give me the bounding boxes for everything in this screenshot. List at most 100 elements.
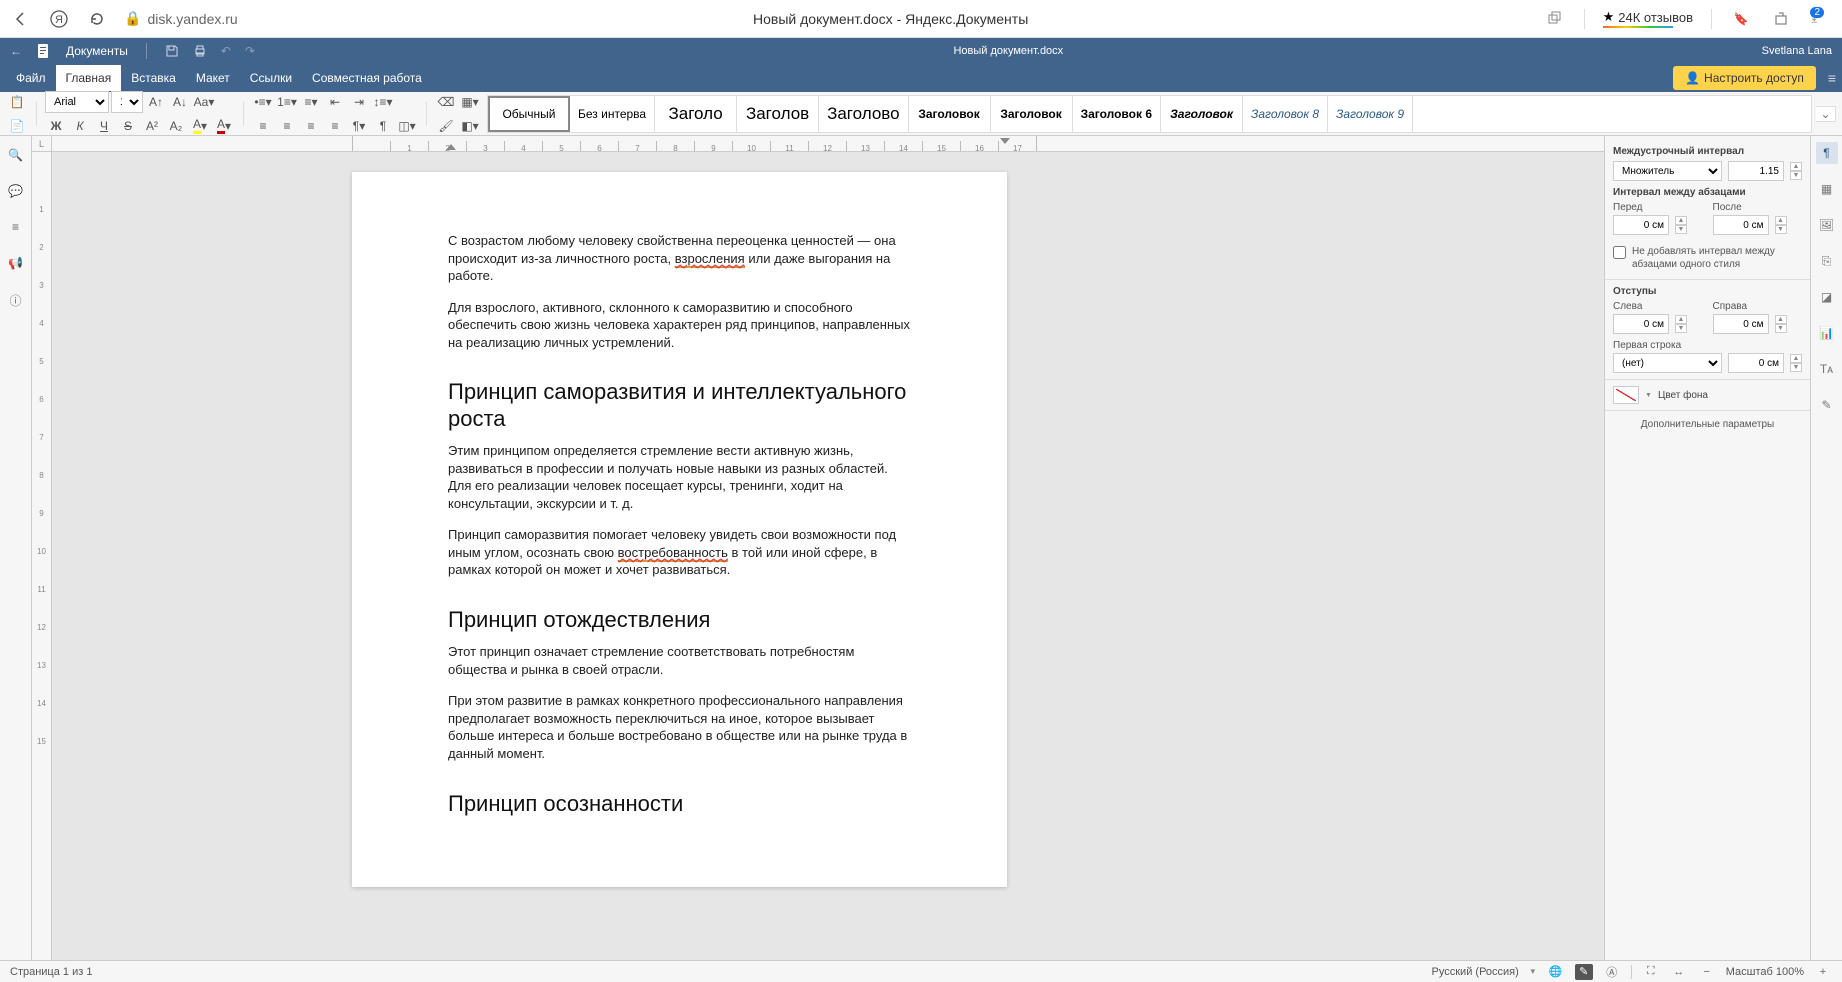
undo-icon[interactable]: ↶ (221, 44, 231, 58)
style-gallery-expand[interactable]: ⌄ (1816, 106, 1836, 122)
paragraph[interactable]: Для взрослого, активного, склонного к са… (448, 299, 911, 352)
subscript-button[interactable]: A₂ (165, 115, 187, 137)
strikethrough-button[interactable]: S (117, 115, 139, 137)
first-line-type-select[interactable]: (нет) (1613, 353, 1722, 373)
number-list-button[interactable]: 1≡▾ (276, 91, 298, 113)
line-spacing-value-input[interactable] (1728, 161, 1784, 181)
browser-back[interactable] (10, 8, 32, 30)
style-heading3[interactable]: Заголово (819, 96, 909, 132)
url-bar[interactable]: 🔒 disk.yandex.ru (124, 10, 238, 27)
style-heading7[interactable]: Заголовок (1161, 96, 1243, 132)
spelling-error[interactable]: востребованность (618, 545, 728, 562)
indent-marker-right[interactable] (1000, 138, 1010, 144)
spacing-before-input[interactable] (1613, 215, 1669, 235)
bullet-list-button[interactable]: •≡▾ (252, 91, 274, 113)
heading[interactable]: Принцип осознанности (448, 791, 911, 817)
copy-button[interactable]: 📋 (6, 91, 28, 113)
format-painter-button[interactable]: 🖌 (435, 115, 457, 137)
spacing-after-spinner[interactable]: ▲▼ (1775, 216, 1787, 234)
first-line-spinner[interactable]: ▲▼ (1790, 354, 1802, 372)
align-left-button[interactable]: ≡ (252, 115, 274, 137)
nonprinting-button[interactable]: ¶ (372, 115, 394, 137)
style-heading4[interactable]: Заголовок (909, 96, 991, 132)
line-spacing-type-select[interactable]: Множитель (1613, 161, 1722, 181)
zoom-out-button[interactable]: − (1698, 964, 1716, 980)
superscript-button[interactable]: A² (141, 115, 163, 137)
info-icon[interactable]: ⓘ (9, 292, 21, 309)
shading-button[interactable]: ◫▾ (396, 115, 418, 137)
italic-button[interactable]: К (69, 115, 91, 137)
downloads-icon[interactable]: 2 (1810, 8, 1832, 30)
signature-panel-icon[interactable]: ✎ (1816, 394, 1838, 416)
underline-button[interactable]: Ч (93, 115, 115, 137)
track-changes-icon[interactable]: ✎ (1575, 964, 1593, 980)
menu-collaboration[interactable]: Совместная работа (302, 65, 432, 91)
reviews-badge[interactable]: ★24К отзывов (1603, 9, 1693, 28)
decrease-indent-button[interactable]: ⇤ (324, 91, 346, 113)
menu-hamburger-icon[interactable]: ≡ (1828, 70, 1836, 86)
indent-left-input[interactable] (1613, 314, 1669, 334)
indent-marker-left[interactable] (446, 144, 456, 150)
extension-icon[interactable] (1770, 8, 1792, 30)
indent-right-spinner[interactable]: ▲▼ (1775, 315, 1787, 333)
feedback-icon[interactable]: 📢 (8, 256, 23, 270)
fit-page-icon[interactable]: ⛶ (1642, 964, 1660, 980)
insert-button[interactable]: ◧▾ (459, 115, 481, 137)
menu-home[interactable]: Главная (56, 65, 122, 91)
user-name[interactable]: Svetlana Lana (1762, 45, 1832, 57)
save-icon[interactable] (165, 44, 179, 58)
copy-icon[interactable] (1544, 8, 1566, 30)
style-heading6[interactable]: Заголовок 6 (1073, 96, 1161, 132)
spacing-before-spinner[interactable]: ▲▼ (1675, 216, 1687, 234)
first-line-value-input[interactable] (1728, 353, 1784, 373)
vertical-ruler[interactable]: 123456789101112131415 (32, 152, 52, 960)
advanced-params-link[interactable]: Дополнительные параметры (1613, 419, 1802, 430)
bg-color-dropdown-icon[interactable]: ▼ (1645, 392, 1652, 399)
paragraph-mark-button[interactable]: ¶▾ (348, 115, 370, 137)
font-name-select[interactable]: Arial (45, 91, 109, 113)
spellcheck-icon[interactable]: 🌐 (1547, 964, 1565, 980)
headings-icon[interactable]: ≡ (12, 220, 19, 234)
style-heading9[interactable]: Заголовок 9 (1328, 96, 1413, 132)
heading[interactable]: Принцип саморазвития и интеллектуального… (448, 379, 911, 432)
shape-panel-icon[interactable]: ◪ (1816, 286, 1838, 308)
spacing-after-input[interactable] (1713, 215, 1769, 235)
clear-format-button[interactable]: ⌫ (435, 91, 457, 113)
image-panel-icon[interactable]: 🖼 (1816, 214, 1838, 236)
bookmark-icon[interactable]: 🔖 (1730, 8, 1752, 30)
fit-width-icon[interactable]: ↔ (1670, 964, 1688, 980)
increase-font-button[interactable]: A↑ (145, 91, 167, 113)
font-size-select[interactable]: 11 (111, 91, 143, 113)
paragraph[interactable]: Этим принципом определяется стремление в… (448, 442, 911, 512)
document-page[interactable]: С возрастом любому человеку свойственна … (352, 172, 1007, 887)
style-heading1[interactable]: Заголо (655, 96, 737, 132)
spelling-error[interactable]: взросления (675, 251, 745, 268)
language-label[interactable]: Русский (Россия) (1432, 966, 1519, 978)
align-center-button[interactable]: ≡ (276, 115, 298, 137)
bg-color-swatch[interactable] (1613, 386, 1639, 404)
line-spacing-spinner[interactable]: ▲▼ (1790, 162, 1802, 180)
change-case-button[interactable]: Aa▾ (193, 91, 215, 113)
menu-file[interactable]: Файл (6, 65, 56, 91)
indent-right-input[interactable] (1713, 314, 1769, 334)
increase-indent-button[interactable]: ⇥ (348, 91, 370, 113)
heading[interactable]: Принцип отождествления (448, 607, 911, 633)
paragraph[interactable]: С возрастом любому человеку свойственна … (448, 232, 911, 285)
browser-yandex-icon[interactable]: Я (48, 8, 70, 30)
indent-left-spinner[interactable]: ▲▼ (1675, 315, 1687, 333)
no-space-same-style-checkbox[interactable]: Не добавлять интервал между абзацами одн… (1613, 245, 1802, 271)
paragraph[interactable]: При этом развитие в рамках конкретного п… (448, 692, 911, 762)
zoom-in-button[interactable]: + (1814, 964, 1832, 980)
style-heading5[interactable]: Заголовок (991, 96, 1073, 132)
paste-button[interactable]: 📄 (6, 115, 28, 137)
paragraph[interactable]: Принцип саморазвития помогает человеку у… (448, 526, 911, 579)
style-heading2[interactable]: Заголов (737, 96, 819, 132)
back-arrow-icon[interactable]: ← (10, 44, 22, 58)
line-spacing-button[interactable]: ↕≡▾ (372, 91, 394, 113)
align-right-button[interactable]: ≡ (300, 115, 322, 137)
decrease-font-button[interactable]: A↓ (169, 91, 191, 113)
headers-panel-icon[interactable]: ⎘ (1816, 250, 1838, 272)
justify-button[interactable]: ≡ (324, 115, 346, 137)
redo-icon[interactable]: ↷ (245, 44, 255, 58)
chart-panel-icon[interactable]: 📊 (1816, 322, 1838, 344)
